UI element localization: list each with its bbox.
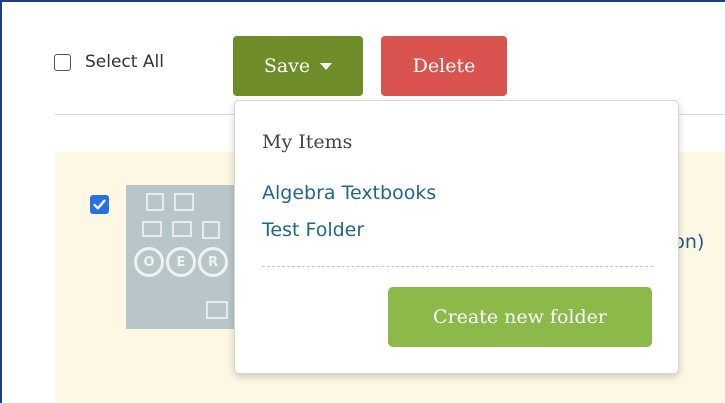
dropdown-heading: My Items (262, 131, 353, 153)
save-button-label: Save (263, 55, 311, 77)
save-dropdown-menu: My Items Algebra Textbooks Test Folder C… (234, 100, 679, 374)
select-all-label[interactable]: Select All (85, 52, 164, 72)
select-all-checkbox[interactable] (54, 53, 71, 71)
folder-link-test-folder[interactable]: Test Folder (262, 219, 364, 241)
thumbnail-grid-icon (146, 193, 164, 211)
oer-logo: O E R (134, 247, 228, 277)
thumbnail-video-icon (172, 221, 192, 237)
oer-letter-e: E (166, 247, 196, 277)
create-new-folder-button[interactable]: Create new folder (388, 287, 652, 347)
thumbnail-image-icon (142, 221, 162, 237)
delete-button[interactable]: Delete (381, 36, 507, 96)
app-frame: Select All Save Delete O E R ion) My Ite… (0, 0, 725, 403)
select-all-control[interactable]: Select All (54, 52, 164, 72)
item-checkbox[interactable] (90, 195, 109, 214)
thumbnail-play-icon (206, 301, 228, 319)
dropdown-separator (262, 266, 653, 267)
oer-letter-r: R (198, 247, 228, 277)
create-new-folder-label: Create new folder (433, 306, 607, 328)
thumbnail-document-icon (202, 221, 220, 239)
caret-down-icon (320, 62, 333, 70)
checkmark-icon (93, 199, 106, 210)
save-button[interactable]: Save (233, 36, 363, 96)
thumbnail-chart-icon (174, 193, 194, 211)
oer-letter-o: O (134, 247, 164, 277)
folder-link-algebra-textbooks[interactable]: Algebra Textbooks (262, 182, 436, 204)
delete-button-label: Delete (412, 55, 476, 77)
